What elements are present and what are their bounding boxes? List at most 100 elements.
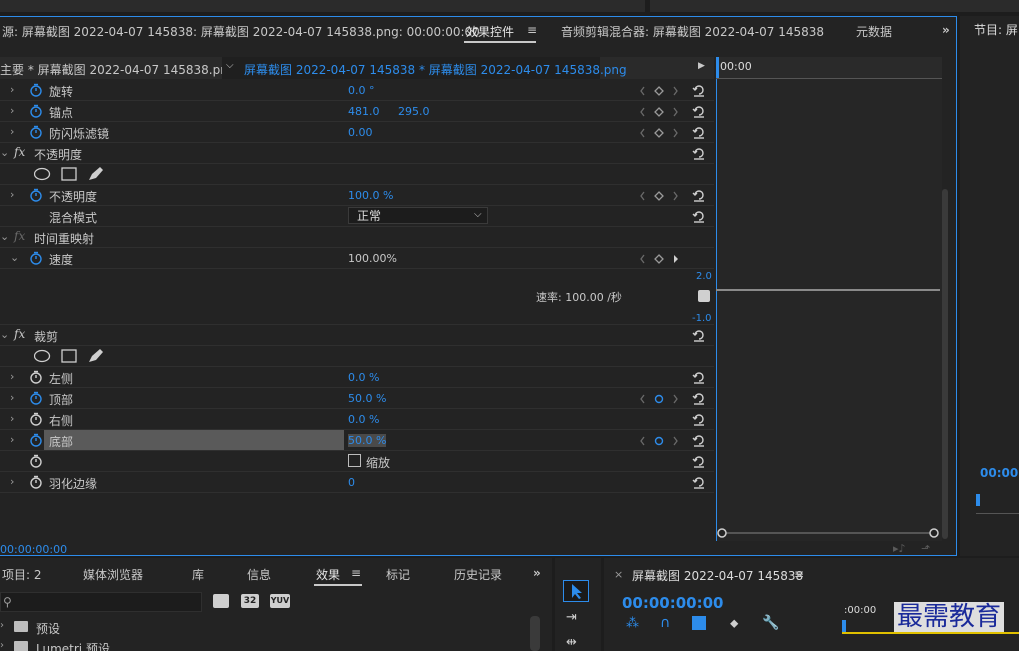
expand-arrow-icon[interactable]: › [10, 125, 14, 138]
reset-icon[interactable] [692, 328, 706, 342]
scrollbar[interactable] [942, 189, 948, 539]
property-value[interactable]: 0.0 % [348, 371, 379, 384]
reset-icon[interactable] [692, 391, 706, 405]
reset-icon[interactable] [692, 475, 706, 489]
reset-icon[interactable] [692, 209, 706, 223]
reset-icon[interactable] [692, 83, 706, 97]
zoom-checkbox[interactable] [348, 454, 361, 467]
property-value[interactable]: 50.0 % [348, 392, 386, 405]
32bit-effects-icon[interactable]: 32 [241, 594, 259, 608]
property-value[interactable]: 100.00% [348, 252, 397, 265]
tab-effect-controls[interactable]: 效果控件 [466, 23, 514, 40]
blend-mode-select[interactable]: 正常 [348, 207, 488, 224]
program-timecode[interactable]: 00:00 [980, 466, 1018, 480]
tab-info[interactable]: 信息 [247, 566, 271, 583]
bin-lumetri[interactable]: › Lumetri 预设 [0, 638, 540, 651]
keyframe-nav[interactable] [640, 106, 686, 118]
reset-icon[interactable] [692, 188, 706, 202]
keyframe-nav[interactable] [640, 435, 686, 447]
selection-tool[interactable] [563, 580, 589, 602]
expand-arrow-icon[interactable]: › [10, 475, 14, 488]
zoom-scrollbar[interactable] [716, 527, 940, 539]
graph-scale-icon[interactable] [698, 290, 710, 302]
stopwatch-icon[interactable] [29, 475, 43, 489]
tab-menu-icon[interactable]: ≡ [527, 23, 537, 37]
stopwatch-icon[interactable] [29, 104, 43, 118]
timeline-playhead[interactable] [842, 620, 846, 632]
keyframe-nav[interactable] [640, 127, 686, 139]
reset-icon[interactable] [692, 104, 706, 118]
nest-icon[interactable]: ⁂ [626, 616, 639, 631]
reset-icon[interactable] [692, 454, 706, 468]
expand-arrow-icon[interactable]: › [10, 104, 14, 117]
expand-arrow-icon[interactable]: › [10, 433, 14, 446]
play-arrow-icon[interactable]: ▶ [698, 61, 705, 71]
property-value-y[interactable]: 295.0 [398, 105, 430, 118]
keyframe-nav[interactable] [640, 393, 686, 405]
linked-selection-icon[interactable] [692, 616, 706, 630]
expand-arrow-icon[interactable]: › [10, 391, 14, 404]
reset-icon[interactable] [692, 433, 706, 447]
property-value-x[interactable]: 481.0 [348, 105, 380, 118]
export-icon[interactable]: ⬏ [921, 542, 930, 555]
expand-arrow-icon[interactable]: › [0, 640, 4, 651]
footer-timecode[interactable]: 00:00:00:00 [0, 543, 67, 556]
property-value[interactable]: 50.0 % [348, 434, 387, 447]
stopwatch-icon[interactable] [29, 125, 43, 139]
stopwatch-icon[interactable] [29, 454, 43, 468]
tab-source[interactable]: 源: 屏幕截图 2022-04-07 145838: 屏幕截图 2022-04-… [2, 23, 480, 40]
collapse-arrow-icon[interactable]: ⌄ [0, 146, 9, 159]
program-title[interactable]: 节目: 屏 [974, 21, 1018, 38]
ripple-edit-tool-icon[interactable]: ⇹ [566, 635, 577, 650]
tab-project[interactable]: 项目: 2 [2, 566, 42, 583]
fx-icon[interactable]: fx [14, 229, 25, 243]
audio-icon[interactable]: ▸♪ [893, 542, 906, 555]
reset-icon[interactable] [692, 146, 706, 160]
reset-icon[interactable] [692, 125, 706, 139]
tab-markers[interactable]: 标记 [386, 566, 410, 583]
collapse-arrow-icon[interactable]: ⌄ [10, 251, 19, 264]
effect-section-opacity[interactable]: ⌄ fx 不透明度 [0, 143, 714, 164]
expand-arrow-icon[interactable]: › [10, 412, 14, 425]
property-value[interactable]: 0 [348, 476, 355, 489]
add-marker-icon[interactable]: ⬥ [730, 616, 738, 631]
keyframe-nav[interactable] [640, 253, 686, 265]
snap-icon[interactable]: ∩ [660, 615, 670, 631]
fx-icon[interactable]: fx [14, 145, 25, 159]
expand-arrow-icon[interactable]: › [0, 620, 4, 631]
program-playhead[interactable] [976, 494, 980, 506]
effect-section-crop[interactable]: ⌄ fx 裁剪 [0, 325, 714, 346]
fx-icon[interactable]: fx [14, 327, 25, 341]
stopwatch-icon[interactable] [29, 370, 43, 384]
accelerated-effects-icon[interactable] [213, 594, 229, 608]
tab-history[interactable]: 历史记录 [454, 566, 502, 583]
sequence-menu-icon[interactable]: ≡ [794, 567, 804, 581]
keyframe-nav[interactable] [640, 190, 686, 202]
close-icon[interactable]: × [614, 568, 623, 581]
collapse-arrow-icon[interactable]: ⌄ [0, 328, 9, 341]
property-value[interactable]: 0.0 ° [348, 84, 375, 97]
yuv-effects-icon[interactable]: YUV [270, 594, 290, 608]
effect-section-time-remap[interactable]: ⌄ fx 时间重映射 [0, 227, 714, 248]
scrollbar[interactable] [530, 616, 540, 651]
collapse-arrow-icon[interactable]: ⌄ [0, 230, 9, 243]
reset-icon[interactable] [692, 412, 706, 426]
tab-overflow-icon[interactable]: » [942, 23, 950, 37]
stopwatch-icon[interactable] [29, 412, 43, 426]
tab-effects-menu-icon[interactable]: ≡ [351, 566, 361, 580]
bin-presets[interactable]: › 预设 [0, 618, 540, 636]
property-value[interactable]: 100.0 % [348, 189, 393, 202]
keyframe-nav[interactable] [640, 85, 686, 97]
property-value[interactable]: 0.00 [348, 126, 373, 139]
tab-library[interactable]: 库 [192, 566, 204, 583]
property-value[interactable]: 0.0 % [348, 413, 379, 426]
sequence-title[interactable]: 屏幕截图 2022-04-07 145838 [632, 567, 803, 584]
stopwatch-icon[interactable] [29, 83, 43, 97]
effects-search-input[interactable]: ⚲ [0, 592, 202, 612]
wrench-icon[interactable]: 🔧 [762, 615, 779, 631]
sequence-timecode[interactable]: 00:00:00:00 [622, 594, 724, 612]
sequence-clip-dropdown[interactable]: ⌵ 屏幕截图 2022-04-07 145838 * 屏幕截图 2022-04-… [222, 57, 627, 79]
expand-arrow-icon[interactable]: › [10, 83, 14, 96]
tab-effects[interactable]: 效果 [316, 566, 340, 583]
expand-arrow-icon[interactable]: › [10, 370, 14, 383]
